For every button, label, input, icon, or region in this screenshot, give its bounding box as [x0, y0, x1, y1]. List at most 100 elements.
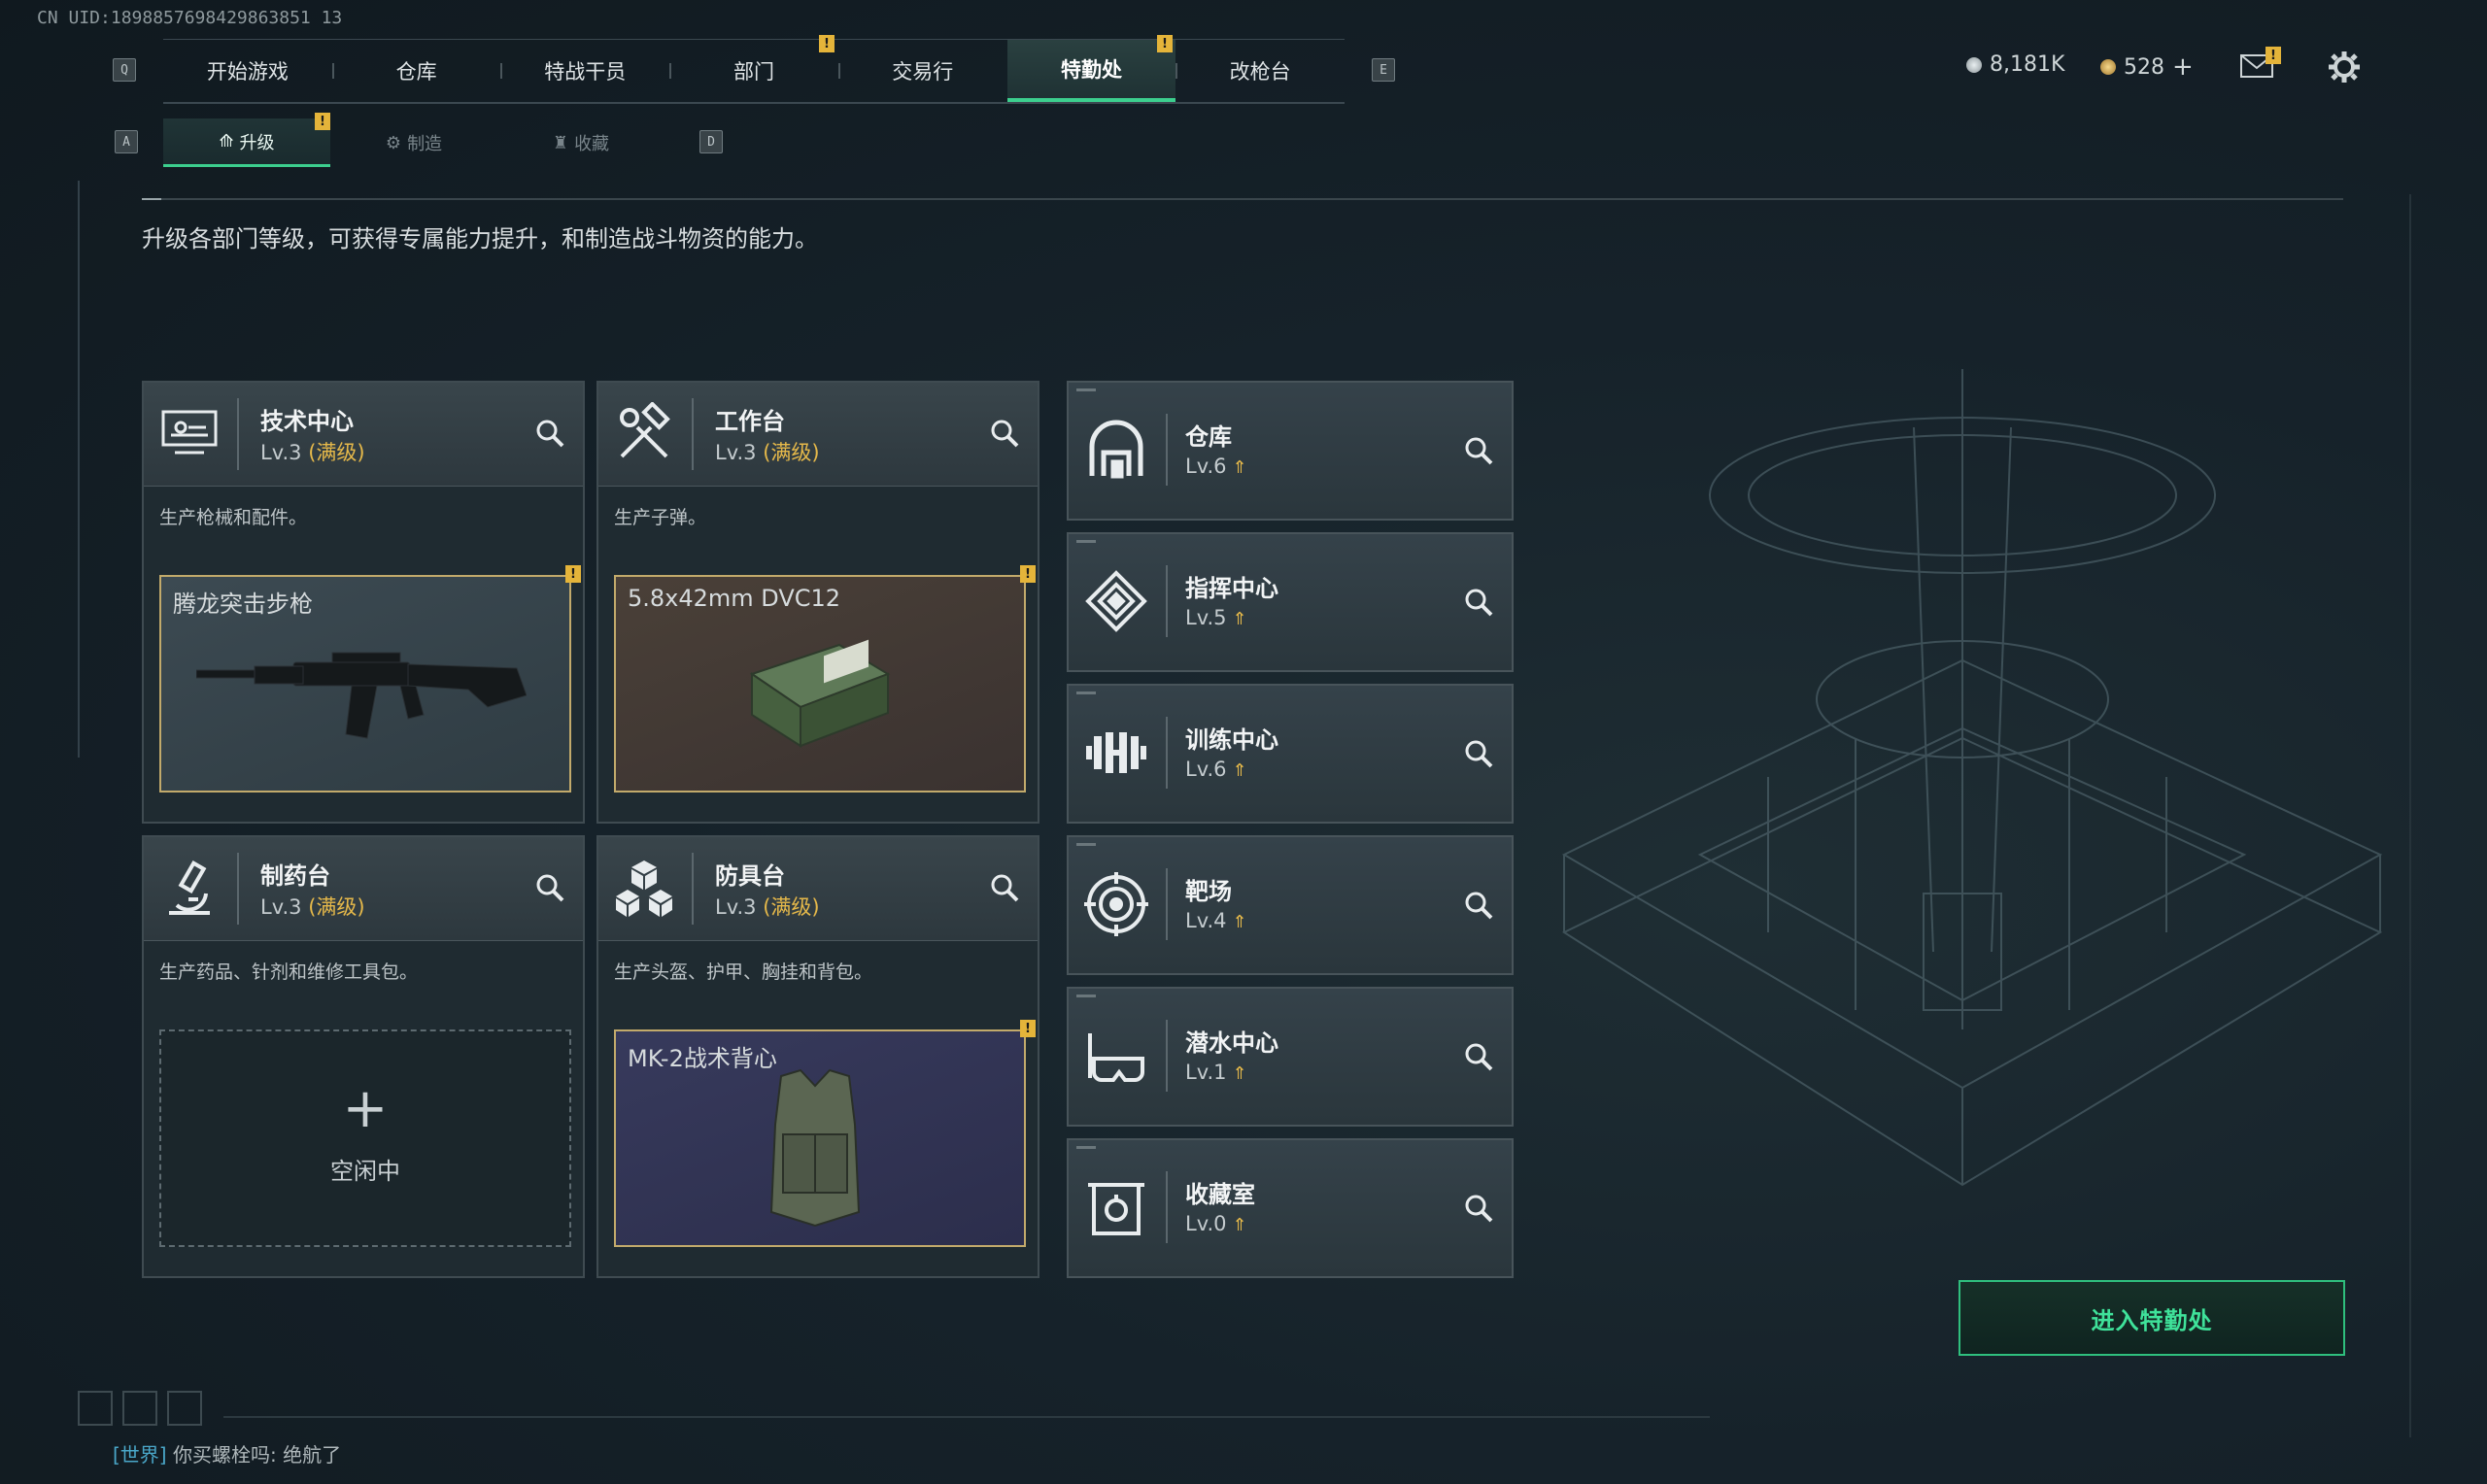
tab-operators[interactable]: 特战干员	[500, 40, 669, 102]
search-icon[interactable]	[1463, 738, 1494, 769]
card-divider	[1166, 1020, 1168, 1092]
level-value: Lv.3	[715, 441, 757, 464]
subtab-craft-label: 制造	[407, 134, 443, 154]
quick-slot-2[interactable]	[122, 1391, 157, 1426]
upgrade-available-icon: ⇑	[1232, 1215, 1247, 1235]
card-corner-mark	[1076, 1146, 1096, 1149]
search-icon[interactable]	[1463, 1041, 1494, 1072]
facility-name: 靶场	[1185, 878, 1232, 905]
search-icon[interactable]	[1463, 435, 1494, 466]
workshop-name: 制药台	[260, 862, 330, 890]
warehouse-icon	[1089, 420, 1143, 479]
search-icon[interactable]	[989, 872, 1020, 903]
search-icon[interactable]	[534, 872, 565, 903]
search-icon[interactable]	[534, 418, 565, 449]
facility-name: 仓库	[1185, 423, 1232, 451]
assault-rifle-icon	[196, 652, 527, 739]
workshop-level: Lv.3 (满级)	[715, 437, 820, 466]
upgrade-icon: ⟰	[219, 131, 234, 152]
facility-level: Lv.6 ⇑	[1185, 758, 1247, 781]
facility-card-shooting-range[interactable]: 靶场 Lv.4 ⇑	[1067, 835, 1514, 975]
workshop-card-workbench[interactable]: 工作台 Lv.3 (满级) 生产子弹。 5.8x42mm DVC12 !	[596, 381, 1039, 824]
silver-amount: 8,181K	[1990, 52, 2065, 77]
search-icon[interactable]	[1463, 1193, 1494, 1224]
quick-slot-1[interactable]	[78, 1391, 113, 1426]
tab-warehouse[interactable]: 仓库	[331, 40, 501, 102]
tab-trade[interactable]: 交易行	[837, 40, 1007, 102]
workshop-card-tech-center[interactable]: 技术中心 Lv.3 (满级) 生产枪械和配件。 腾龙突击步枪 !	[142, 381, 585, 824]
nav-next-key[interactable]: E	[1372, 58, 1395, 82]
search-icon[interactable]	[1463, 890, 1494, 921]
enter-special-ops-button[interactable]: 进入特勤处	[1959, 1280, 2345, 1356]
subnav-prev-key[interactable]: A	[115, 130, 138, 153]
workshop-name: 技术中心	[260, 408, 354, 435]
collection-tab-icon: ♜	[552, 132, 569, 153]
max-level-tag: (满级)	[763, 441, 820, 464]
workshop-description: 生产药品、针剂和维修工具包。	[159, 961, 419, 983]
workshop-name: 工作台	[715, 408, 785, 435]
subnav-next-key[interactable]: D	[699, 130, 723, 153]
silver-currency[interactable]: 8,181K	[1966, 52, 2064, 77]
idle-label: 空闲中	[330, 1158, 400, 1185]
slot-item-name: 腾龙突击步枪	[173, 590, 313, 618]
production-slot[interactable]: 5.8x42mm DVC12 !	[614, 565, 1036, 793]
tab-gunsmith[interactable]: 改枪台	[1175, 40, 1345, 102]
production-slot-idle[interactable]: + 空闲中	[159, 1029, 571, 1247]
subtab-upgrade[interactable]: ⟰ 升级	[163, 118, 330, 167]
world-chat[interactable]: [世界] 你买螺栓吗: 绝航了	[113, 1439, 341, 1467]
left-frame-line	[78, 181, 80, 758]
search-icon[interactable]	[1463, 587, 1494, 618]
card-divider	[1166, 565, 1168, 637]
gold-currency[interactable]: 528 +	[2100, 52, 2194, 82]
level-value: Lv.6	[1185, 758, 1227, 781]
workshop-card-armor-bench[interactable]: 防具台 Lv.3 (满级) 生产头盔、护甲、胸挂和背包。 MK-2战术背心 !	[596, 835, 1039, 1278]
target-icon	[1084, 872, 1148, 936]
level-value: Lv.5	[1185, 606, 1227, 629]
tab-special-ops[interactable]: 特勤处	[1006, 40, 1176, 102]
sub-nav: ⟰ 升级 ⚙ 制造 ♜ 收藏	[163, 118, 664, 167]
facility-card-collection-room[interactable]: 收藏室 Lv.0 ⇑	[1067, 1138, 1514, 1278]
level-value: Lv.6	[1185, 455, 1227, 478]
facility-card-command-center[interactable]: 指挥中心 Lv.5 ⇑	[1067, 532, 1514, 672]
nav-prev-key[interactable]: Q	[113, 58, 136, 82]
card-divider	[1166, 414, 1168, 486]
add-icon: +	[342, 1077, 389, 1140]
uid-text: CN UID:1898857698429863851 13	[37, 8, 343, 28]
workshop-level: Lv.3 (满级)	[715, 892, 820, 921]
card-corner-mark	[1076, 843, 1096, 846]
search-icon[interactable]	[989, 418, 1020, 449]
special-ops-alert-icon: !	[1157, 35, 1173, 52]
facility-level: Lv.5 ⇑	[1185, 606, 1247, 629]
microscope-icon	[169, 860, 210, 915]
craft-icon: ⚙	[385, 132, 402, 153]
upgrade-available-icon: ⇑	[1232, 457, 1247, 478]
facility-card-training-center[interactable]: 训练中心 Lv.6 ⇑	[1067, 684, 1514, 824]
upgrade-available-icon: ⇑	[1232, 912, 1247, 932]
facility-card-warehouse[interactable]: 仓库 Lv.6 ⇑	[1067, 381, 1514, 521]
card-divider	[1166, 1171, 1168, 1243]
upgrade-available-icon: ⇑	[1232, 1063, 1247, 1084]
gold-coin-icon	[2100, 59, 2116, 75]
facility-card-diving-center[interactable]: 潜水中心 Lv.1 ⇑	[1067, 987, 1514, 1127]
tab-department[interactable]: 部门	[669, 40, 838, 102]
workshop-card-pharmacy[interactable]: 制药台 Lv.3 (满级) 生产药品、针剂和维修工具包。 + 空闲中	[142, 835, 585, 1278]
gear-icon[interactable]	[2328, 51, 2361, 84]
facility-name: 潜水中心	[1185, 1029, 1278, 1057]
slot-item-name: MK-2战术背心	[628, 1045, 777, 1072]
add-gold-icon[interactable]: +	[2172, 52, 2194, 82]
workshop-description: 生产枪械和配件。	[159, 507, 308, 528]
workshop-level: Lv.3 (满级)	[260, 892, 365, 921]
subtab-collection-label: 收藏	[574, 134, 610, 154]
card-corner-mark	[1076, 388, 1096, 391]
level-value: Lv.0	[1185, 1212, 1227, 1235]
production-slot[interactable]: MK-2战术背心 !	[614, 1020, 1036, 1247]
silver-coin-icon	[1966, 56, 1982, 73]
card-corner-mark	[1076, 691, 1096, 694]
production-slot[interactable]: 腾龙突击步枪 !	[159, 565, 581, 793]
level-value: Lv.3	[260, 441, 302, 464]
subtab-craft[interactable]: ⚙ 制造	[330, 118, 497, 167]
tab-start-game[interactable]: 开始游戏	[163, 40, 332, 102]
subtab-upgrade-label: 升级	[239, 132, 275, 153]
subtab-collection[interactable]: ♜ 收藏	[497, 118, 664, 167]
quick-slot-3[interactable]	[167, 1391, 202, 1426]
